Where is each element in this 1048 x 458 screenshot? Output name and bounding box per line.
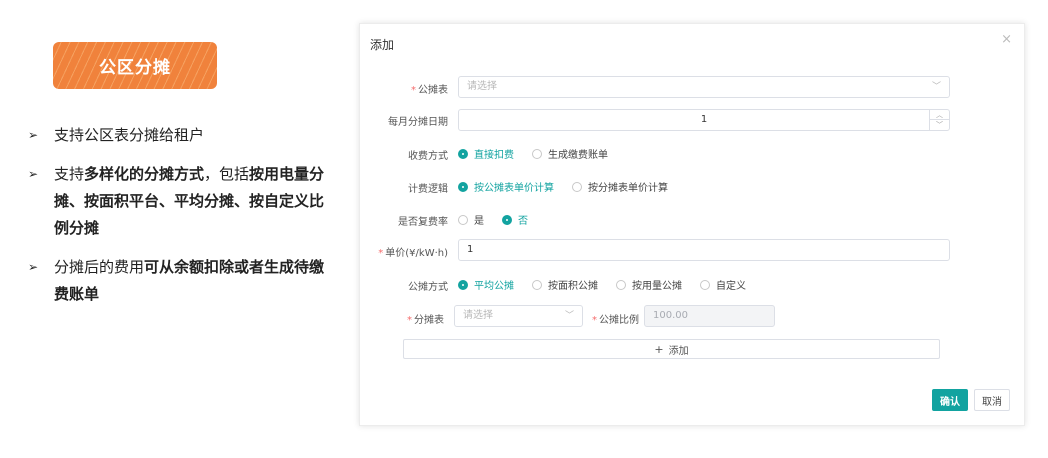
share-ratio-label: * 公摊比例 [592, 315, 639, 326]
chevron-down-icon: ﹀ [931, 82, 941, 92]
radio-by-area[interactable]: 按面积公摊 [532, 277, 598, 292]
share-method-group: 平均公摊 按面积公摊 按用量公摊 自定义 [458, 277, 764, 292]
meter-table-select[interactable]: 请选择 ﹀ [458, 76, 950, 98]
radio-icon [532, 148, 542, 159]
radio-icon [458, 279, 468, 290]
billing-logic-label: 计费逻辑 [408, 184, 448, 195]
stepper-controls: ︿ ﹀ [929, 110, 949, 130]
radio-custom[interactable]: 自定义 [700, 277, 746, 292]
unit-price-label: * 单价(¥/kW·h) [378, 248, 448, 259]
radio-icon [616, 279, 626, 290]
meter-table-label: * 公摊表 [411, 85, 448, 96]
share-ratio-input: 100.00 [644, 305, 775, 327]
feature-item: ➢ 分摊后的费用可从余额扣除或者生成待缴费账单 [28, 254, 328, 308]
add-dialog: 添加 × * 公摊表 请选择 ﹀ 每月分摊日期 1 ︿ ﹀ 收费方式 直接扣费 生… [359, 23, 1025, 426]
plus-icon: + [654, 342, 664, 356]
radio-direct-deduct[interactable]: 直接扣费 [458, 146, 514, 161]
radio-by-usage[interactable]: 按用量公摊 [616, 277, 682, 292]
share-method-label: 公摊方式 [408, 282, 448, 293]
feature-text-bold: 多样化的分摊方式 [84, 165, 205, 183]
charge-method-label: 收费方式 [408, 151, 448, 162]
arrow-bullet-icon: ➢ [28, 167, 39, 181]
billing-logic-group: 按公摊表单价计算 按分摊表单价计算 [458, 179, 686, 194]
multi-rate-label: 是否复费率 [398, 217, 448, 228]
feature-text: 支持公区表分摊给租户 [54, 126, 205, 144]
monthly-day-stepper[interactable]: 1 ︿ ﹀ [458, 109, 950, 131]
feature-text: 支持 [54, 165, 85, 183]
feature-item: ➢ 支持公区表分摊给租户 [28, 122, 328, 149]
feature-text: ，包括 [204, 165, 250, 183]
share-meter-select[interactable]: 请选择 ﹀ [454, 305, 583, 327]
close-icon[interactable]: × [1001, 32, 1012, 47]
radio-icon [700, 279, 710, 290]
section-badge: 公区分摊 [53, 42, 217, 89]
confirm-button[interactable]: 确认 [932, 389, 968, 411]
feature-list: ➢ 支持公区表分摊给租户 ➢ 支持多样化的分摊方式，包括按用电量分摊、按面积平台、平… [28, 122, 328, 320]
radio-icon [572, 181, 582, 192]
feature-text: 分摊后的费用 [54, 258, 145, 276]
increment-icon[interactable]: ︿ [930, 110, 949, 120]
chevron-down-icon: ﹀ [564, 311, 574, 321]
radio-average[interactable]: 平均公摊 [458, 277, 514, 292]
monthly-day-label: 每月分摊日期 [388, 117, 448, 128]
radio-by-meter-price[interactable]: 按公摊表单价计算 [458, 179, 554, 194]
feature-item: ➢ 支持多样化的分摊方式，包括按用电量分摊、按面积平台、平均分摊、按自定义比例分摊 [28, 161, 328, 242]
radio-no[interactable]: 否 [502, 212, 528, 227]
radio-icon [458, 148, 468, 159]
charge-method-group: 直接扣费 生成缴费账单 [458, 146, 626, 161]
cancel-button[interactable]: 取消 [974, 389, 1010, 411]
radio-by-share-price[interactable]: 按分摊表单价计算 [572, 179, 668, 194]
dialog-title: 添加 [370, 38, 395, 52]
radio-icon [502, 214, 512, 225]
arrow-bullet-icon: ➢ [28, 128, 39, 142]
radio-generate-bill[interactable]: 生成缴费账单 [532, 146, 608, 161]
decrement-icon[interactable]: ﹀ [930, 120, 949, 130]
share-meter-label: * 分摊表 [407, 315, 444, 326]
add-row-button[interactable]: + 添加 [403, 339, 940, 359]
unit-price-input[interactable]: 1 [458, 239, 950, 261]
radio-yes[interactable]: 是 [458, 212, 484, 227]
radio-icon [532, 279, 542, 290]
radio-icon [458, 181, 468, 192]
multi-rate-group: 是 否 [458, 212, 546, 227]
arrow-bullet-icon: ➢ [28, 260, 39, 274]
radio-icon [458, 214, 468, 225]
